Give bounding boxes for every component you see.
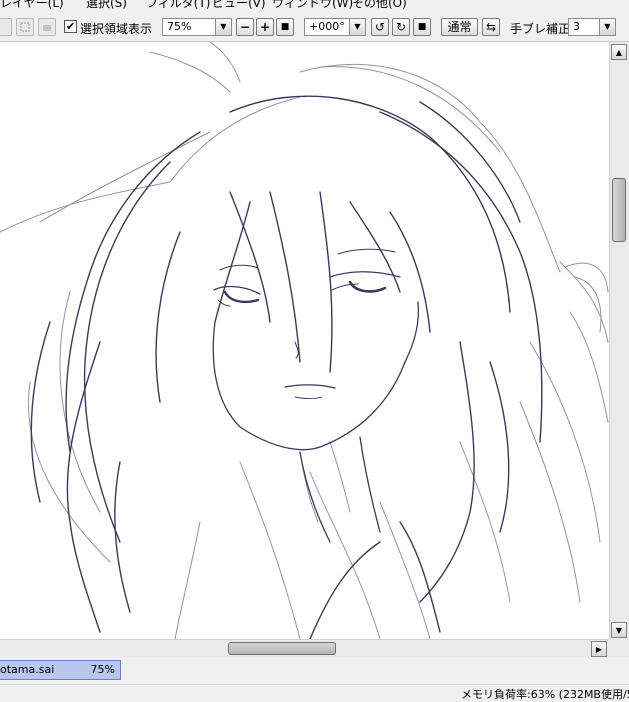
sketch-artwork [0, 42, 609, 639]
zoom-reset-button[interactable]: ■ [276, 18, 294, 36]
document-tab-bar: otama.sai 75% [0, 657, 629, 684]
rotate-cw-icon: ↻ [395, 20, 407, 34]
rotate-ccw-icon: ↺ [374, 20, 386, 34]
menu-other[interactable]: その他(O) [352, 0, 407, 10]
rotate-cw-button[interactable]: ↻ [392, 18, 410, 36]
zoom-in-button[interactable]: + [256, 18, 274, 36]
stabilizer-label: 手ブレ補正 [510, 22, 571, 36]
menu-select[interactable]: 選択(S) [86, 0, 127, 10]
zoom-out-button[interactable]: − [236, 18, 254, 36]
zoom-select[interactable]: 75% ▼ [162, 18, 232, 36]
chevron-down-icon: ▼ [349, 19, 365, 35]
chevron-down-icon: ▼ [215, 19, 231, 35]
rotate-ccw-button[interactable]: ↺ [371, 18, 389, 36]
menu-filter[interactable]: フィルタ(T) [146, 0, 210, 10]
scroll-up-button[interactable]: ▲ [611, 44, 627, 60]
blend-mode-button[interactable]: 通常 [441, 18, 478, 36]
document-tab-name: otama.sai [0, 663, 55, 676]
chevron-right-icon: ▶ [595, 644, 603, 654]
check-icon: ✔ [65, 20, 76, 33]
flip-horizontal-button[interactable]: ⇆ [482, 18, 500, 36]
rotation-reset-button[interactable]: ■ [413, 18, 431, 36]
swap-icon: ⇆ [485, 20, 497, 34]
scroll-right-button[interactable]: ▶ [591, 641, 607, 657]
clear-selection-icon [43, 25, 51, 31]
drawing-canvas[interactable] [0, 42, 609, 639]
menu-window[interactable]: ウィンドウ(W) [272, 0, 353, 10]
chevron-down-icon: ▼ [615, 625, 623, 635]
vertical-scrollbar[interactable]: ▲ ▼ [609, 42, 629, 639]
plus-icon: + [259, 20, 271, 34]
show-selection-label: 選択領域表示 [80, 22, 153, 36]
prev-tool-button[interactable] [0, 18, 12, 36]
document-tab[interactable]: otama.sai 75% [0, 660, 121, 680]
scrollbar-corner [609, 639, 629, 657]
stabilizer-value: 3 [573, 20, 580, 33]
rotation-value: +000° [309, 20, 345, 33]
menu-bar: レイヤー(L) 選択(S) フィルタ(T) ビュー(V) ウィンドウ(W) その… [0, 0, 629, 10]
horizontal-scrollbar[interactable]: ▶ [0, 639, 609, 657]
deselect-button[interactable] [16, 18, 34, 36]
canvas-toolbar: ✔ 選択領域表示 75% ▼ − + ■ +000° ▼ ↺ ↻ ■ 通常 ⇆ … [0, 12, 629, 42]
minus-icon: − [239, 20, 251, 34]
chevron-up-icon: ▲ [615, 47, 623, 57]
status-bar: メモリ負荷率:63% (232MB使用/500 [0, 684, 629, 701]
horizontal-scroll-thumb[interactable] [228, 642, 336, 655]
vertical-scroll-thumb[interactable] [612, 178, 626, 242]
reset-icon: ■ [280, 22, 290, 32]
document-tab-zoom: 75% [90, 663, 115, 676]
chevron-down-icon: ▼ [599, 19, 615, 35]
clear-selection-button[interactable] [38, 18, 56, 36]
rotation-select[interactable]: +000° ▼ [304, 18, 366, 36]
scroll-down-button[interactable]: ▼ [611, 622, 627, 638]
deselect-icon [20, 22, 30, 32]
stabilizer-select[interactable]: 3 ▼ [568, 18, 616, 36]
show-selection-checkbox[interactable]: ✔ [64, 20, 77, 33]
menu-view[interactable]: ビュー(V) [212, 0, 266, 10]
reset-icon: ■ [417, 22, 427, 32]
zoom-value: 75% [167, 20, 192, 33]
menu-layer[interactable]: レイヤー(L) [0, 0, 64, 10]
